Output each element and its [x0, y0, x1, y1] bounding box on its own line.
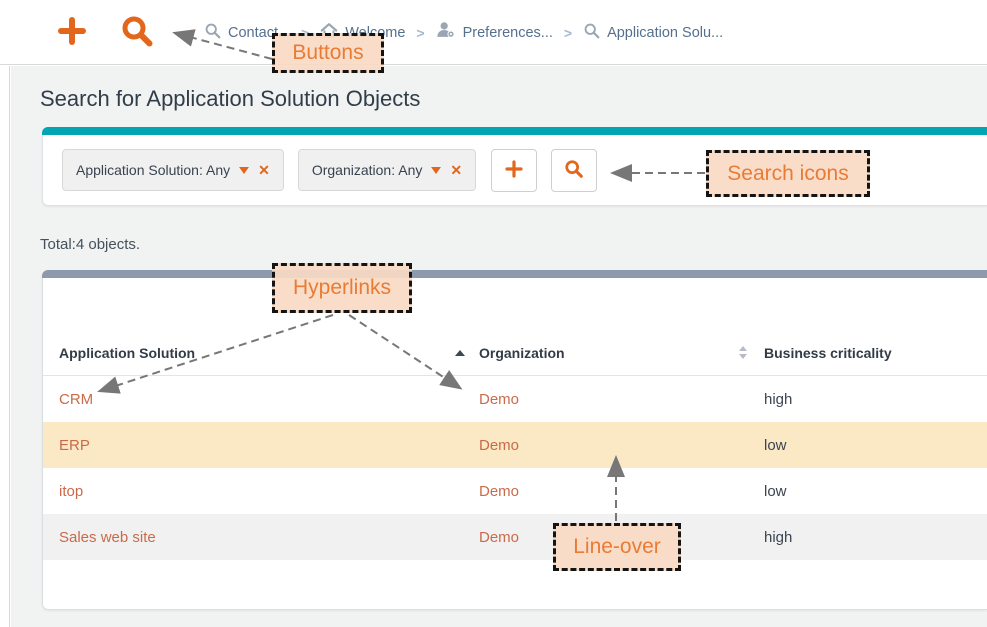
annotation-line-over: Line-over: [553, 523, 681, 571]
search-icon: [564, 159, 584, 182]
breadcrumb-item-preferences[interactable]: Preferences...: [436, 21, 553, 44]
chevron-right-icon: >: [562, 25, 574, 41]
breadcrumb-item-application-solution[interactable]: Application Solu...: [583, 22, 723, 44]
column-header-label: Organization: [479, 345, 565, 361]
plus-icon: [57, 16, 87, 49]
column-header-label: Application Solution: [59, 345, 195, 361]
sort-toggle-icon[interactable]: [739, 346, 747, 359]
organization-link[interactable]: Demo: [479, 437, 519, 454]
screen: Contact... > Welcome > Preferences... >: [0, 0, 987, 627]
results-total: Total:4 objects.: [40, 236, 140, 253]
page-title: Search for Application Solution Objects: [40, 86, 420, 112]
annotation-hyperlinks: Hyperlinks: [272, 263, 412, 313]
top-toolbar: Contact... > Welcome > Preferences... >: [0, 0, 987, 65]
table-header-row: Application Solution Organization Busine…: [43, 330, 987, 376]
annotation-label: Line-over: [573, 535, 661, 559]
application-solution-link[interactable]: CRM: [59, 391, 93, 408]
chevron-right-icon: >: [414, 25, 426, 41]
filter-chip-label: Organization: Any: [312, 162, 423, 178]
user-gear-icon: [436, 21, 456, 44]
filter-chip-organization[interactable]: Organization: Any ✕: [298, 149, 476, 191]
collapsed-sidebar[interactable]: [0, 66, 10, 627]
remove-filter-icon[interactable]: ✕: [450, 163, 462, 177]
panel-accent-bar: [42, 270, 987, 278]
sort-ascending-icon[interactable]: [455, 350, 465, 356]
add-criterion-button[interactable]: [491, 149, 537, 192]
application-solution-link[interactable]: Sales web site: [59, 529, 156, 546]
chevron-down-icon[interactable]: [431, 167, 441, 174]
plus-icon: [505, 160, 523, 181]
column-header-organization[interactable]: Organization: [479, 345, 761, 361]
column-header-application-solution[interactable]: Application Solution: [43, 345, 479, 361]
organization-link[interactable]: Demo: [479, 391, 519, 408]
application-solution-link[interactable]: itop: [59, 483, 83, 500]
column-header-label: Business criticality: [764, 345, 892, 361]
breadcrumb-label: Application Solu...: [607, 25, 723, 41]
annotation-label: Hyperlinks: [293, 276, 391, 300]
annotation-label: Search icons: [727, 162, 848, 186]
remove-filter-icon[interactable]: ✕: [258, 163, 270, 177]
results-panel-body: Application Solution Organization Busine…: [42, 278, 987, 610]
application-solution-link[interactable]: ERP: [59, 437, 90, 454]
panel-accent-bar: [42, 127, 987, 135]
annotation-label: Buttons: [292, 41, 363, 65]
breadcrumb-label: Preferences...: [463, 25, 553, 41]
column-header-business-criticality[interactable]: Business criticality: [761, 345, 987, 361]
results-table: Application Solution Organization Busine…: [43, 330, 987, 560]
chevron-down-icon[interactable]: [239, 167, 249, 174]
business-criticality-value: high: [764, 529, 792, 546]
annotation-buttons: Buttons: [272, 33, 384, 73]
table-row-hovered[interactable]: ERP Demo low: [43, 422, 987, 468]
business-criticality-value: low: [764, 437, 787, 454]
filter-chip-application-solution[interactable]: Application Solution: Any ✕: [62, 149, 284, 191]
run-search-button[interactable]: [551, 149, 597, 192]
search-icon: [204, 22, 221, 44]
global-search-button[interactable]: [119, 14, 155, 50]
search-icon: [583, 22, 600, 44]
business-criticality-value: high: [764, 391, 792, 408]
organization-link[interactable]: Demo: [479, 483, 519, 500]
business-criticality-value: low: [764, 483, 787, 500]
new-object-button[interactable]: [54, 14, 90, 50]
search-icon: [120, 14, 154, 51]
organization-link[interactable]: Demo: [479, 529, 519, 546]
results-panel: Application Solution Organization Busine…: [42, 270, 987, 610]
annotation-search-icons: Search icons: [706, 150, 870, 197]
table-row[interactable]: Sales web site Demo high: [43, 514, 987, 560]
filter-chip-label: Application Solution: Any: [76, 162, 230, 178]
table-row[interactable]: itop Demo low: [43, 468, 987, 514]
table-row[interactable]: CRM Demo high: [43, 376, 987, 422]
